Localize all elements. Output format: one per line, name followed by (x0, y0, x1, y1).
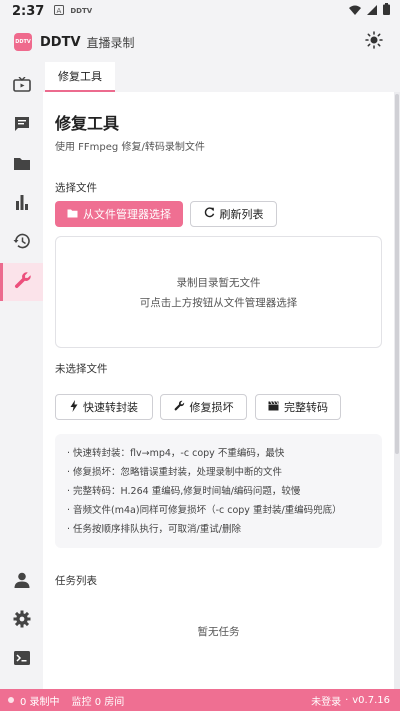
a-icon: A (54, 4, 65, 18)
info-line: · 音频文件(m4a)同样可修复损坏（-c copy 重封装/重编码兜底） (67, 505, 342, 516)
dropzone-hint-text: 可点击上方按钮从文件管理器选择 (139, 297, 298, 309)
status-footer: 0 录制中 监控 0 房间 未登录 · v0.7.16 (0, 689, 400, 711)
terminal-icon (13, 650, 31, 670)
sidebar-item-console[interactable] (0, 641, 43, 679)
info-line: · 快速转封装：flv→mp4，-c copy 不重编码，最快 (67, 448, 285, 459)
sidebar-item-stats[interactable] (0, 185, 43, 223)
refresh-list-label: 刷新列表 (219, 208, 264, 221)
sidebar-item-history[interactable] (0, 224, 43, 262)
tv-icon (12, 76, 31, 97)
login-status[interactable]: 未登录 (311, 693, 341, 708)
ddtv-notification-icon: DDTV (70, 7, 93, 15)
main-panel: 修复工具 使用 FFmpeg 修复/转码录制文件 选择文件 从文件管理器选择 刷… (43, 92, 394, 689)
sidebar-item-repair-tools[interactable] (0, 263, 43, 301)
sidebar-item-settings[interactable] (0, 602, 43, 640)
full-transcode-button[interactable]: 完整转码 (255, 394, 341, 420)
battery-icon (383, 3, 390, 19)
repair-label: 修复损坏 (189, 401, 234, 414)
sidebar-item-account[interactable] (0, 563, 43, 601)
repair-button[interactable]: 修复损坏 (160, 394, 247, 420)
wrench-icon (14, 271, 32, 293)
refresh-list-button[interactable]: 刷新列表 (190, 201, 277, 227)
scrollbar-thumb[interactable] (395, 94, 399, 454)
app-logo: DDTV (14, 33, 32, 51)
dropzone-empty-text: 录制目录暂无文件 (176, 277, 261, 289)
folder-icon (13, 156, 31, 175)
no-file-selected-label: 未选择文件 (55, 363, 108, 375)
no-tasks-text: 暂无任务 (197, 626, 240, 638)
page-title: 修复工具 (55, 114, 120, 133)
file-dropzone: 录制目录暂无文件 可点击上方按钮从文件管理器选择 (55, 236, 382, 348)
footer-separator: · (345, 694, 349, 706)
info-box: · 快速转封装：flv→mp4，-c copy 不重编码，最快 · 修复损坏：忽… (55, 434, 382, 548)
full-transcode-label: 完整转码 (284, 401, 328, 414)
gear-icon (13, 610, 31, 632)
select-file-label: 选择文件 (55, 182, 97, 194)
signal-icon (367, 4, 377, 19)
status-bar: 2:37 A DDTV (0, 0, 400, 22)
info-line: · 任务按顺序排队执行，可取消/重试/删除 (67, 524, 241, 535)
chat-icon (14, 116, 30, 136)
clock: 2:37 (12, 3, 45, 19)
monitoring-count: 监控 0 房间 (71, 696, 125, 708)
info-line: · 完整转码：H.264 重编码,修复时间轴/编码问题，较慢 (67, 486, 301, 497)
page-subtitle: 使用 FFmpeg 修复/转码录制文件 (55, 142, 205, 153)
lightning-icon (70, 399, 78, 415)
sun-icon (365, 31, 383, 53)
clapperboard-icon (268, 400, 279, 414)
person-icon (14, 572, 30, 592)
history-icon (13, 233, 31, 253)
app-subtitle: 直播录制 (86, 35, 135, 50)
quick-remux-button[interactable]: 快速转封装 (55, 394, 153, 420)
theme-toggle-button[interactable] (362, 30, 386, 54)
folder-icon (67, 208, 78, 221)
sidebar-item-danmaku[interactable] (0, 107, 43, 145)
sidebar-item-live[interactable] (0, 68, 43, 106)
recording-count: 0 录制中 (20, 696, 60, 708)
tab-strip: 修复工具 (43, 62, 400, 92)
select-from-file-manager-button[interactable]: 从文件管理器选择 (55, 201, 183, 227)
recording-dot-icon (8, 697, 14, 703)
version-label: v0.7.16 (352, 694, 390, 706)
svg-text:A: A (57, 7, 62, 15)
sidebar-item-files[interactable] (0, 146, 43, 184)
quick-remux-label: 快速转封装 (83, 401, 138, 414)
bar-chart-icon (15, 194, 29, 214)
refresh-icon (204, 207, 215, 221)
select-from-file-manager-label: 从文件管理器选择 (83, 208, 171, 221)
app-bar: DDTV DDTV 直播录制 (0, 22, 400, 62)
app-name: DDTV (40, 34, 81, 50)
wifi-icon (349, 4, 361, 19)
info-line: · 修复损坏：忽略错误重封装，处理录制中断的文件 (67, 467, 283, 478)
sidebar (0, 62, 43, 689)
wrench-icon (174, 400, 185, 414)
task-list-label: 任务列表 (55, 575, 97, 587)
scrollbar[interactable] (394, 92, 400, 689)
tab-repair-tools[interactable]: 修复工具 (45, 62, 115, 92)
